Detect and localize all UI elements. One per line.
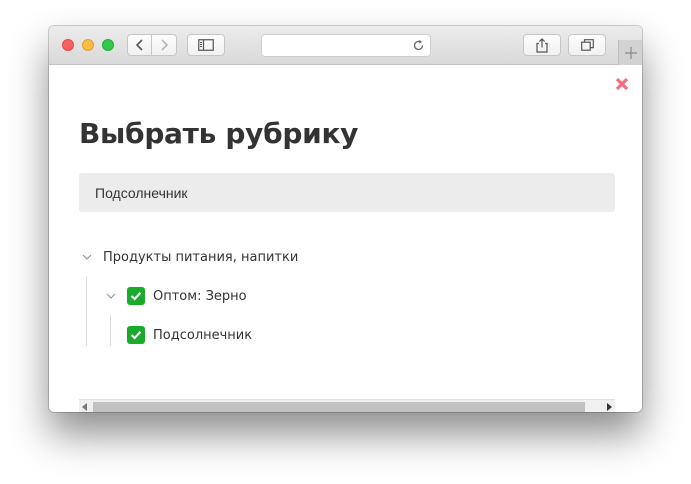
checkbox-checked[interactable] — [127, 287, 145, 305]
dialog: Выбрать рубрику Продукты питания, напитк… — [49, 65, 642, 412]
forward-button[interactable] — [152, 34, 177, 56]
tree-item: Подсолнечник — [127, 325, 252, 345]
chevron-left-icon — [135, 39, 143, 51]
tree-item-label[interactable]: Оптом: Зерно — [153, 289, 247, 304]
close-icon[interactable] — [615, 77, 629, 91]
share-icon — [536, 37, 548, 53]
scroll-left-icon[interactable] — [82, 403, 88, 411]
tree-guide-line — [86, 276, 87, 346]
horizontal-scrollbar[interactable] — [79, 399, 615, 412]
tree-item-label[interactable]: Подсолнечник — [153, 328, 252, 343]
back-button[interactable] — [127, 34, 152, 56]
checkmark-icon — [130, 331, 142, 340]
sidebar-button[interactable] — [187, 34, 225, 56]
chevron-down-icon[interactable] — [80, 250, 94, 264]
chevron-right-icon — [161, 39, 169, 51]
address-bar[interactable] — [261, 34, 431, 57]
share-button[interactable] — [523, 34, 561, 56]
tree-item-label[interactable]: Продукты питания, напитки — [103, 250, 298, 265]
minimize-window-button[interactable] — [82, 39, 94, 51]
search-input[interactable] — [79, 173, 615, 212]
checkbox-checked[interactable] — [127, 326, 145, 344]
checkmark-icon — [130, 292, 142, 301]
chevron-down-icon[interactable] — [104, 289, 118, 303]
tree-guide-line — [110, 315, 111, 346]
sidebar-icon — [198, 39, 214, 51]
close-window-button[interactable] — [62, 39, 74, 51]
new-tab-button[interactable] — [618, 40, 642, 65]
reload-icon[interactable] — [412, 39, 425, 52]
tabs-icon — [580, 39, 594, 51]
dialog-title: Выбрать рубрику — [79, 117, 359, 150]
scrollbar-thumb[interactable] — [93, 402, 585, 412]
title-bar — [49, 26, 642, 65]
tree-item: Оптом: Зерно — [104, 286, 247, 306]
show-tabs-button[interactable] — [568, 34, 606, 56]
scroll-right-icon[interactable] — [606, 403, 612, 411]
zoom-window-button[interactable] — [102, 39, 114, 51]
tree-item: Продукты питания, напитки — [80, 247, 298, 267]
browser-window: Выбрать рубрику Продукты питания, напитк… — [49, 26, 642, 412]
plus-icon — [624, 46, 637, 59]
